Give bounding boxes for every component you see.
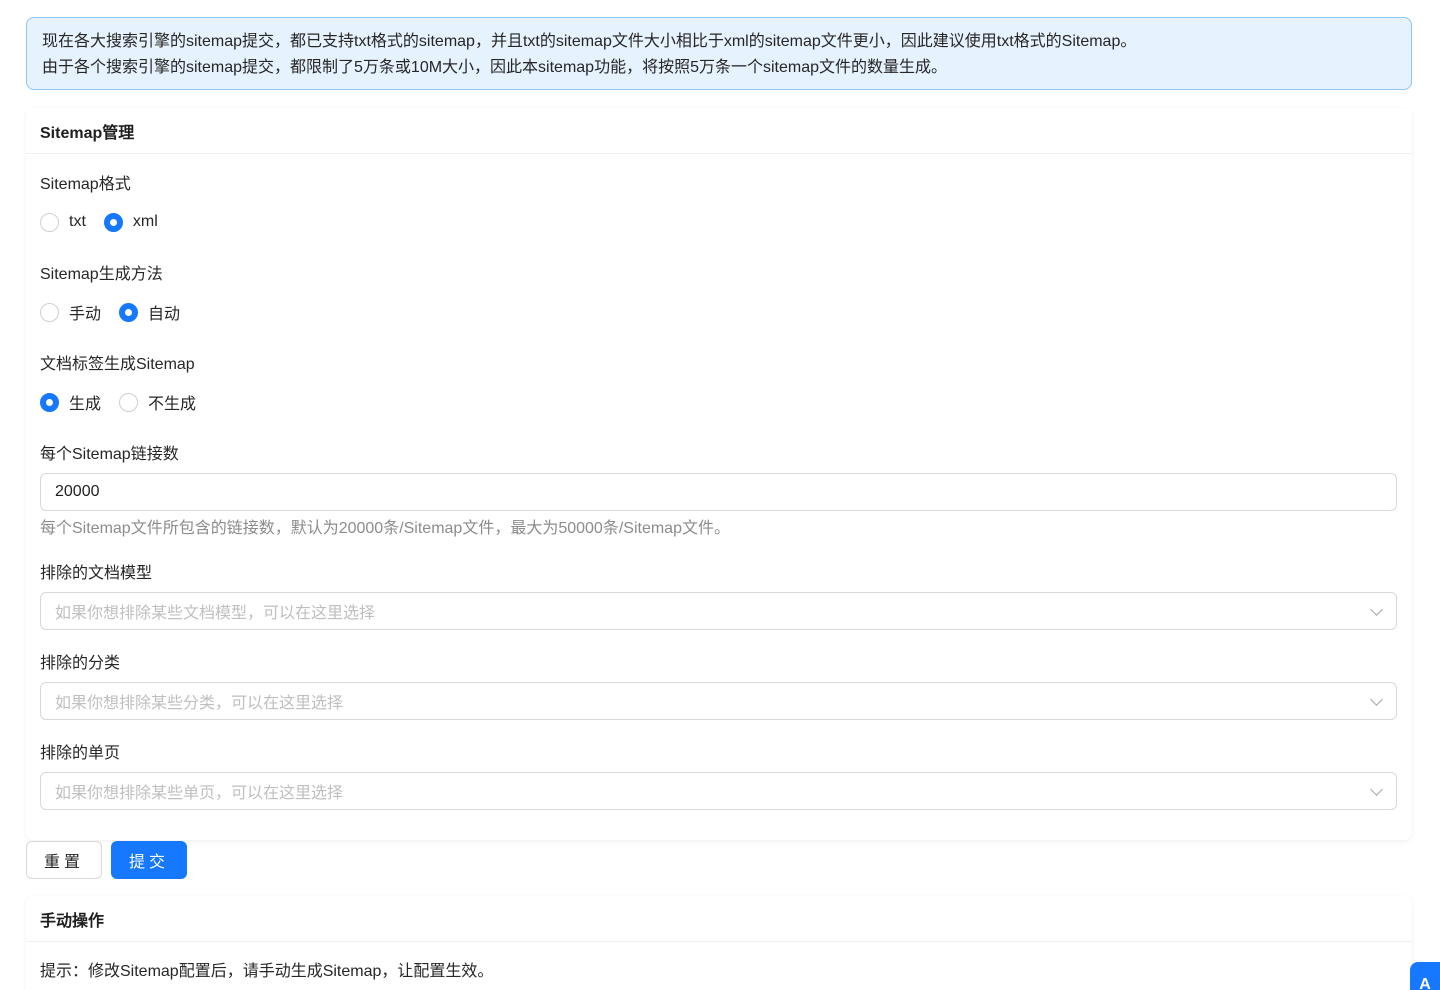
tag-sitemap-radio-group: 生成 不生成: [40, 391, 214, 413]
chevron-down-icon: [1370, 695, 1382, 707]
chevron-down-icon: [1370, 785, 1382, 797]
links-per-sitemap-input[interactable]: 20000: [40, 473, 1397, 511]
exclude-categories-placeholder: 如果你想排除某些分类，可以在这里选择: [55, 695, 344, 712]
method-option-manual[interactable]: 手动: [40, 300, 101, 324]
links-per-sitemap-label: 每个Sitemap链接数: [40, 446, 179, 463]
method-option-auto[interactable]: 自动: [119, 300, 180, 324]
radio-circle-icon: [119, 392, 139, 412]
links-per-sitemap-help: 每个Sitemap文件所包含的链接数，默认为20000条/Sitemap文件，最…: [40, 520, 730, 537]
exclude-pages-label: 排除的单页: [40, 745, 121, 762]
exclude-models-label: 排除的文档模型: [40, 565, 153, 582]
alert-line-2: 由于各个搜索引擎的sitemap提交，都限制了5万条或10M大小，因此本site…: [42, 59, 947, 76]
manual-card-title: 手动操作: [26, 896, 1412, 942]
exclude-pages-select[interactable]: 如果你想排除某些单页，可以在这里选择: [40, 772, 1397, 810]
tag-option-no-generate[interactable]: 不生成: [119, 390, 196, 414]
radio-circle-icon: [40, 212, 59, 232]
submit-button[interactable]: 提交: [111, 841, 187, 879]
card-title: Sitemap管理: [26, 108, 1412, 154]
exclude-models-select[interactable]: 如果你想排除某些文档模型，可以在这里选择: [40, 592, 1397, 630]
alert-line-1: 现在各大搜索引擎的sitemap提交，都已支持txt格式的sitemap，并且t…: [42, 33, 1137, 50]
sitemap-format-label: Sitemap格式: [40, 176, 131, 193]
sitemap-method-label: Sitemap生成方法: [40, 266, 163, 283]
floating-action-button[interactable]: A: [1410, 962, 1440, 990]
exclude-pages-placeholder: 如果你想排除某些单页，可以在这里选择: [55, 785, 344, 802]
tag-sitemap-label: 文档标签生成Sitemap: [40, 356, 195, 373]
exclude-categories-select[interactable]: 如果你想排除某些分类，可以在这里选择: [40, 682, 1397, 720]
info-alert: 现在各大搜索引擎的sitemap提交，都已支持txt格式的sitemap，并且t…: [26, 17, 1412, 90]
radio-circle-icon: [40, 302, 59, 322]
radio-checked-icon: [119, 302, 139, 322]
manual-tip-text: 提示：修改Sitemap配置后，请手动生成Sitemap，让配置生效。: [40, 963, 494, 980]
exclude-categories-label: 排除的分类: [40, 655, 121, 672]
tag-option-generate[interactable]: 生成: [40, 390, 101, 414]
format-option-xml[interactable]: xml: [103, 212, 158, 232]
sitemap-format-radio-group: txt xml: [40, 211, 176, 233]
format-option-txt[interactable]: txt: [40, 212, 86, 232]
exclude-models-placeholder: 如果你想排除某些文档模型，可以在这里选择: [55, 605, 376, 622]
radio-checked-icon: [103, 212, 123, 232]
sitemap-method-radio-group: 手动 自动: [40, 301, 198, 323]
radio-checked-icon: [40, 392, 59, 412]
chevron-down-icon: [1370, 605, 1382, 617]
reset-button[interactable]: 重置: [26, 841, 102, 879]
links-per-sitemap-value: 20000: [55, 483, 100, 500]
